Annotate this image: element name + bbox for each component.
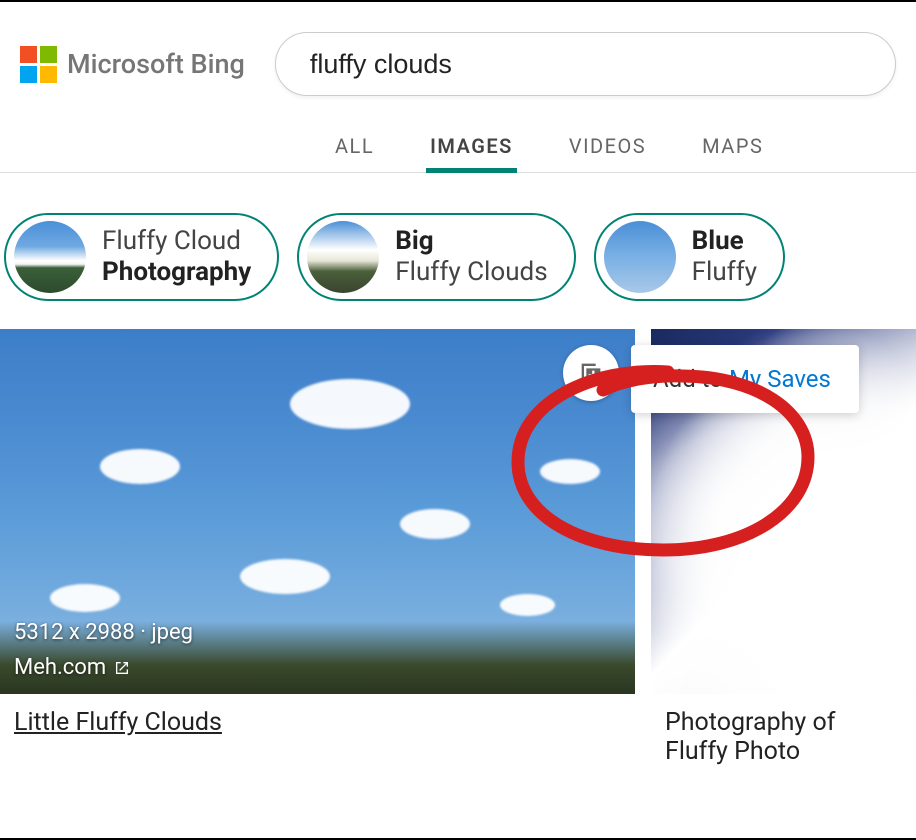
suggestion-text: Fluffy Cloud Photography — [102, 226, 251, 288]
result-dimensions: 5312 x 2988 · jpeg — [14, 620, 193, 645]
suggestion-pill[interactable]: Fluffy Cloud Photography — [4, 213, 279, 301]
result-meta: 5312 x 2988 · jpeg Meh.com — [14, 620, 193, 680]
result-source: Meh.com — [14, 655, 193, 680]
suggestion-thumb — [307, 221, 379, 293]
tab-maps[interactable]: MAPS — [702, 134, 763, 172]
image-result: Add to My Saves Photography of Fluffy Ph… — [651, 329, 916, 766]
external-link-icon — [114, 660, 130, 676]
save-plus-icon — [577, 359, 605, 387]
suggestion-pill[interactable]: Big Fluffy Clouds — [297, 213, 575, 301]
brand-logo[interactable]: Microsoft Bing — [20, 46, 245, 83]
brand-text: Microsoft Bing — [67, 48, 245, 80]
header: Microsoft Bing — [0, 2, 916, 116]
tab-images[interactable]: IMAGES — [430, 134, 513, 172]
result-caption[interactable]: Little Fluffy Clouds — [0, 694, 635, 737]
suggestion-text: Blue Fluffy — [692, 226, 757, 288]
related-suggestions: Fluffy Cloud Photography Big Fluffy Clou… — [0, 173, 916, 321]
save-tooltip[interactable]: Add to My Saves — [631, 345, 859, 413]
search-tabs: ALL IMAGES VIDEOS MAPS — [0, 116, 916, 173]
suggestion-thumb — [14, 221, 86, 293]
suggestion-text: Big Fluffy Clouds — [395, 226, 547, 288]
suggestion-thumb — [604, 221, 676, 293]
image-result: 5312 x 2988 · jpeg Meh.com Little Fluffy… — [0, 329, 635, 766]
my-saves-link[interactable]: My Saves — [729, 365, 831, 393]
microsoft-logo-icon — [20, 46, 57, 83]
save-image-button[interactable] — [563, 345, 619, 401]
result-thumbnail-wrap[interactable]: 5312 x 2988 · jpeg Meh.com — [0, 329, 635, 694]
search-input[interactable] — [275, 32, 896, 96]
image-results: 5312 x 2988 · jpeg Meh.com Little Fluffy… — [0, 321, 916, 766]
tab-all[interactable]: ALL — [335, 134, 374, 172]
result-caption[interactable]: Photography of Fluffy Photo — [651, 694, 916, 766]
suggestion-pill[interactable]: Blue Fluffy — [594, 213, 785, 301]
tab-videos[interactable]: VIDEOS — [569, 134, 646, 172]
result-thumbnail-wrap[interactable]: Add to My Saves — [651, 329, 916, 694]
